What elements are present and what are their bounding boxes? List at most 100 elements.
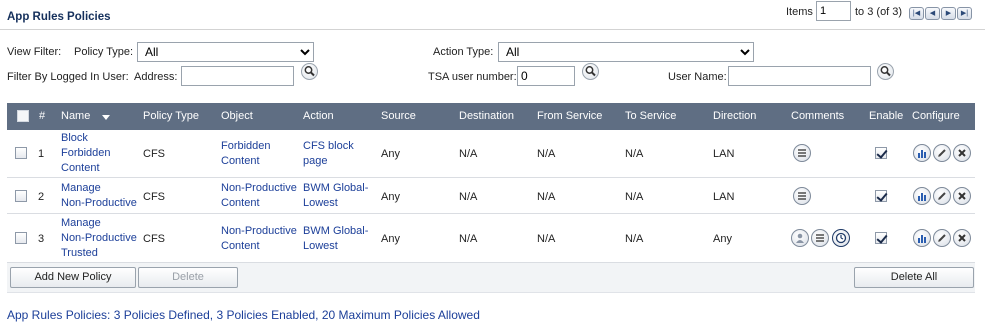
address-label: Address: bbox=[134, 71, 178, 83]
from-service-cell: N/A bbox=[537, 191, 556, 203]
policy-type-label: Policy Type: bbox=[74, 46, 134, 58]
add-new-policy-button[interactable]: Add New Policy bbox=[10, 267, 136, 288]
policy-name-line: Trusted bbox=[61, 247, 98, 259]
action-type-label: Action Type: bbox=[433, 46, 494, 58]
tsa-user-label: TSA user number: bbox=[428, 71, 517, 83]
row-select-checkbox[interactable] bbox=[15, 190, 27, 202]
tsa-search-icon[interactable] bbox=[582, 63, 599, 80]
object-line: Content bbox=[221, 240, 260, 252]
user-icon[interactable] bbox=[791, 229, 809, 247]
object-line: Forbidden bbox=[221, 140, 271, 152]
table-header: # Name Policy Type Object Action Source … bbox=[7, 103, 975, 130]
first-page-button[interactable]: |◀ bbox=[909, 7, 924, 20]
action-link[interactable]: BWM Global- Lowest bbox=[303, 181, 368, 211]
select-all-checkbox[interactable] bbox=[17, 110, 29, 122]
delete-icon[interactable] bbox=[953, 144, 971, 162]
action-link[interactable]: CFS block page bbox=[303, 139, 354, 169]
tsa-user-input[interactable] bbox=[517, 66, 575, 86]
policy-name-line: Content bbox=[61, 162, 100, 174]
to-service-cell: N/A bbox=[625, 148, 644, 160]
comment-icon[interactable] bbox=[811, 229, 829, 247]
policy-type-select[interactable]: All bbox=[137, 42, 314, 62]
source-cell: Any bbox=[381, 233, 400, 245]
stats-icon[interactable] bbox=[913, 187, 931, 205]
column-header-policy-type: Policy Type bbox=[143, 110, 200, 122]
action-line: Lowest bbox=[303, 240, 338, 252]
policy-type-cell: CFS bbox=[143, 191, 165, 203]
policy-type-cell: CFS bbox=[143, 233, 165, 245]
delete-button[interactable]: Delete bbox=[138, 267, 238, 288]
policy-name-link[interactable]: Manage Non-Productive bbox=[61, 181, 137, 211]
column-header-comments: Comments bbox=[791, 110, 845, 122]
row-select-checkbox[interactable] bbox=[15, 147, 27, 159]
prev-page-button[interactable]: ◀ bbox=[925, 7, 940, 20]
policy-name-link[interactable]: Block Forbidden Content bbox=[61, 131, 111, 176]
policy-summary: App Rules Policies: 3 Policies Defined, … bbox=[7, 308, 480, 322]
last-page-button[interactable]: ▶| bbox=[957, 7, 972, 20]
pager-controls: |◀ ◀ ▶ ▶| bbox=[909, 7, 973, 21]
from-service-cell: N/A bbox=[537, 233, 556, 245]
policy-name-link[interactable]: Manage Non-Productive Trusted bbox=[61, 216, 137, 261]
policy-name-line: Block bbox=[61, 132, 88, 144]
column-header-number: # bbox=[39, 110, 46, 122]
object-line: Content bbox=[221, 197, 260, 209]
address-search-icon[interactable] bbox=[301, 63, 318, 80]
direction-cell: LAN bbox=[713, 191, 735, 203]
destination-cell: N/A bbox=[459, 191, 478, 203]
row-number: 1 bbox=[38, 148, 45, 160]
destination-cell: N/A bbox=[459, 233, 478, 245]
column-header-name[interactable]: Name bbox=[61, 110, 90, 122]
address-input[interactable] bbox=[181, 66, 294, 86]
column-header-destination: Destination bbox=[459, 110, 515, 122]
action-link[interactable]: BWM Global- Lowest bbox=[303, 224, 368, 254]
stats-icon[interactable] bbox=[913, 229, 931, 247]
source-cell: Any bbox=[381, 191, 400, 203]
column-header-direction: Direction bbox=[713, 110, 757, 122]
action-type-select[interactable]: All bbox=[498, 42, 754, 62]
table-row: 3 Manage Non-Productive Trusted CFS Non-… bbox=[7, 215, 975, 263]
edit-icon[interactable] bbox=[933, 229, 951, 247]
user-name-label: User Name: bbox=[668, 71, 727, 83]
table-row: 2 Manage Non-Productive CFS Non-Producti… bbox=[7, 179, 975, 214]
sort-down-icon[interactable] bbox=[102, 115, 110, 120]
delete-icon[interactable] bbox=[953, 229, 971, 247]
policy-name-line: Non-Productive bbox=[61, 232, 137, 244]
column-header-object: Object bbox=[221, 110, 253, 122]
object-line: Non-Productive bbox=[221, 182, 297, 194]
object-link[interactable]: Non-Productive Content bbox=[221, 224, 297, 254]
object-link[interactable]: Forbidden Content bbox=[221, 139, 271, 169]
edit-icon[interactable] bbox=[933, 187, 951, 205]
comment-icon[interactable] bbox=[793, 144, 811, 162]
row-number: 3 bbox=[38, 233, 45, 245]
delete-icon[interactable] bbox=[953, 187, 971, 205]
action-line: BWM Global- bbox=[303, 225, 369, 237]
to-service-cell: N/A bbox=[625, 233, 644, 245]
action-line: CFS block bbox=[303, 140, 354, 152]
column-header-to-service: To Service bbox=[625, 110, 677, 122]
clock-icon[interactable] bbox=[832, 229, 850, 247]
user-name-search-icon[interactable] bbox=[877, 63, 894, 80]
enable-checkbox[interactable] bbox=[875, 232, 887, 244]
action-line: BWM Global- bbox=[303, 182, 369, 194]
row-select-checkbox[interactable] bbox=[15, 232, 27, 244]
direction-cell: Any bbox=[713, 233, 732, 245]
items-start-input[interactable] bbox=[816, 1, 851, 21]
action-line: page bbox=[303, 155, 328, 167]
column-header-configure: Configure bbox=[912, 110, 960, 122]
destination-cell: N/A bbox=[459, 148, 478, 160]
enable-checkbox[interactable] bbox=[875, 190, 887, 202]
logged-in-user-label: Filter By Logged In User: bbox=[7, 71, 129, 83]
direction-cell: LAN bbox=[713, 148, 735, 160]
object-link[interactable]: Non-Productive Content bbox=[221, 181, 297, 211]
user-name-input[interactable] bbox=[728, 66, 871, 86]
enable-checkbox[interactable] bbox=[875, 147, 887, 159]
policy-type-cell: CFS bbox=[143, 148, 165, 160]
stats-icon[interactable] bbox=[913, 144, 931, 162]
policy-name-line: Manage bbox=[61, 182, 101, 194]
column-header-from-service: From Service bbox=[537, 110, 603, 122]
next-page-button[interactable]: ▶ bbox=[941, 7, 956, 20]
delete-all-button[interactable]: Delete All bbox=[854, 267, 974, 288]
comment-icon[interactable] bbox=[793, 187, 811, 205]
source-cell: Any bbox=[381, 148, 400, 160]
edit-icon[interactable] bbox=[933, 144, 951, 162]
